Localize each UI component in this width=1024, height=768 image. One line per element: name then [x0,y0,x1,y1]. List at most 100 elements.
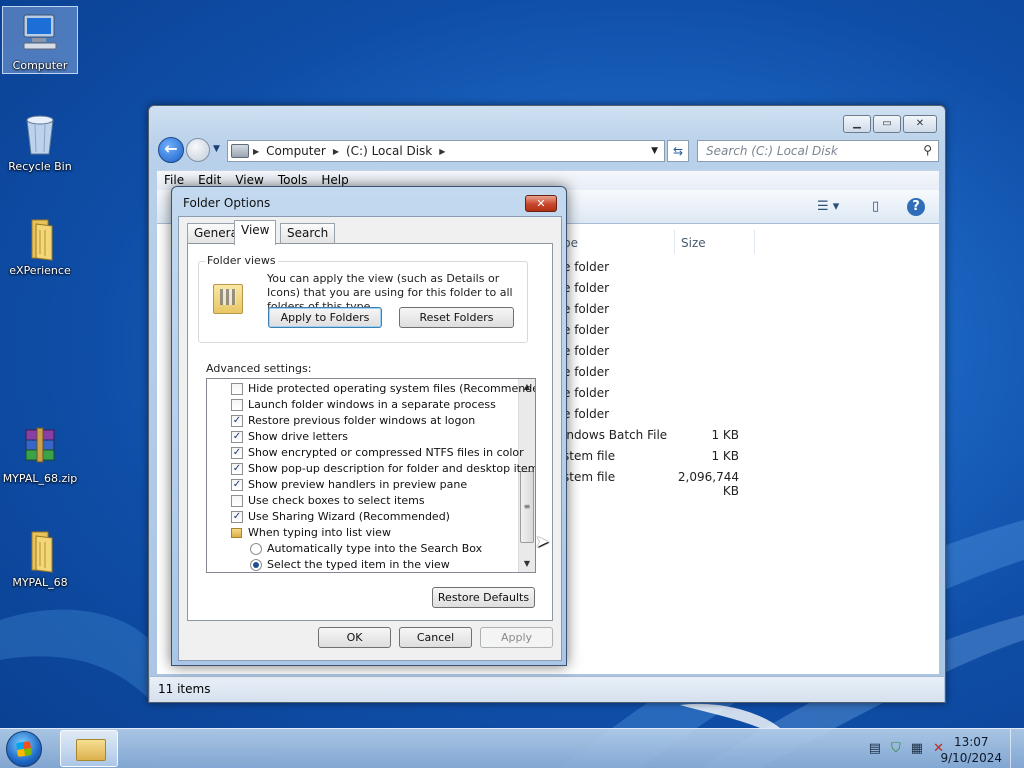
window-controls: ▁ ▭ ✕ [843,115,937,133]
folder-icon [18,528,62,574]
drive-icon [231,144,249,158]
dialog-close-button[interactable]: ✕ [525,195,557,212]
checkbox-unchecked[interactable] [231,495,243,507]
mouse-pointer-icon: ➤ [535,532,550,552]
breadcrumb-computer[interactable]: Computer [263,144,329,158]
computer-icon [18,11,62,57]
column-header-type[interactable]: pe [557,230,675,254]
ok-button[interactable]: OK [318,627,391,648]
folder-views-group: Folder views You can apply the view (suc… [198,254,528,343]
checkbox-checked[interactable]: ✓ [231,463,243,475]
breadcrumb-arrow-icon[interactable]: ▶ [329,147,343,156]
radio-unselected[interactable] [250,543,262,555]
tab-search[interactable]: Search [280,223,336,243]
refresh-icon: ⇆ [672,144,684,158]
desktop-icon-computer[interactable]: Computer [2,6,78,74]
advanced-setting-label: Select the typed item in the view [267,558,450,571]
recycle-bin-icon [18,112,62,158]
taskbar-explorer-button[interactable] [60,730,118,767]
dialog-body: General View Search Folder views You can… [178,216,562,661]
preview-pane-icon[interactable]: ▯ [872,199,879,214]
reset-folders-button[interactable]: Reset Folders [399,307,514,328]
back-button[interactable]: ← [158,137,184,163]
dialog-title: Folder Options [183,196,271,210]
address-dropdown-icon[interactable]: ▼ [651,146,658,156]
apply-to-folders-button[interactable]: Apply to Folders [268,307,382,328]
restore-defaults-button[interactable]: Restore Defaults [432,587,535,608]
search-icon[interactable]: ⚲ [923,143,932,157]
checkbox-checked[interactable]: ✓ [231,415,243,427]
advanced-setting-label: Launch folder windows in a separate proc… [248,398,496,411]
checkbox-checked[interactable]: ✓ [231,431,243,443]
address-bar[interactable]: ▶ Computer ▶ (C:) Local Disk ▶ ▼ [227,140,665,162]
folder-views-label: Folder views [205,254,278,267]
clock-date: 9/10/2024 [940,751,1002,765]
folder-icon [231,528,242,538]
scroll-down-icon[interactable]: ▼ [519,556,535,572]
search-input[interactable]: Search (C:) Local Disk ⚲ [697,140,939,162]
advanced-setting-label: When typing into list view [248,526,391,539]
advanced-setting-label: Hide protected operating system files (R… [248,382,536,395]
help-icon[interactable]: ? [907,198,925,216]
show-desktop-button[interactable] [1010,729,1024,768]
desktop-icon-mypal-zip[interactable]: MYPAL_68.zip [2,420,78,485]
start-button[interactable] [6,731,42,767]
desktop-icon-mypal-folder[interactable]: MYPAL_68 [2,524,78,589]
desktop-icon-label: Recycle Bin [8,160,72,173]
advanced-setting-label: Use check boxes to select items [248,494,425,507]
advanced-settings-scrollbar[interactable]: ▲ ≡ ▼ [518,379,535,572]
close-button[interactable]: ✕ [903,115,937,133]
advanced-setting-label: Use Sharing Wizard (Recommended) [248,510,450,523]
clock[interactable]: 13:07 9/10/2024 [940,734,1002,766]
advanced-setting-label: Show drive letters [248,430,348,443]
advanced-setting-label: Show preview handlers in preview pane [248,478,468,491]
tab-view[interactable]: View [234,220,277,245]
advanced-settings-label: Advanced settings: [206,362,312,375]
breadcrumb-arrow-icon[interactable]: ▶ [435,147,449,156]
folder-options-dialog: Folder Options ✕ General View Search Fol… [171,186,567,666]
cancel-button[interactable]: Cancel [399,627,472,648]
item-count: 11 items [158,682,211,696]
checkbox-unchecked[interactable] [231,383,243,395]
action-center-icon[interactable]: ▤ [869,741,881,756]
status-bar: 11 items [150,676,944,702]
advanced-setting-label: Show encrypted or compressed NTFS files … [248,446,524,459]
folder-icon [18,216,62,262]
recent-pages-dropdown[interactable]: ▼ [213,144,220,154]
maximize-button[interactable]: ▭ [873,115,901,133]
desktop-icon-label: Computer [12,59,68,72]
change-view-icon[interactable]: ☰ ▾ [817,199,839,214]
apply-button[interactable]: Apply [480,627,553,648]
checkbox-checked[interactable]: ✓ [231,511,243,523]
advanced-setting-label: Automatically type into the Search Box [267,542,483,555]
clock-time: 13:07 [953,735,989,749]
advanced-setting-label: Restore previous folder windows at logon [248,414,476,427]
breadcrumb-arrow-icon[interactable]: ▶ [249,147,263,156]
breadcrumb-local-disk[interactable]: (C:) Local Disk [343,144,435,158]
checkbox-checked[interactable]: ✓ [231,479,243,491]
network-icon[interactable]: ▦ [911,741,923,756]
view-tab-panel: Folder views You can apply the view (suc… [187,243,553,621]
minimize-button[interactable]: ▁ [843,115,871,133]
close-icon: ✕ [536,197,546,210]
checkbox-unchecked[interactable] [231,399,243,411]
desktop-icon-label: eXPerience [9,264,71,277]
advanced-settings-list: ▲ ≡ ▼ Hide protected operating system fi… [206,378,536,573]
back-arrow-icon: ← [164,139,178,158]
radio-selected[interactable] [250,559,262,571]
security-shield-icon[interactable]: ⛉ [891,741,901,756]
desktop-icon-experience[interactable]: eXPerience [2,212,78,277]
system-tray: ▤ ⛉ ▦ ✕ [869,741,944,756]
desktop-icon-label: MYPAL_68.zip [2,472,78,485]
desktop-icon-recycle-bin[interactable]: Recycle Bin [2,108,78,173]
advanced-setting-label: Show pop-up description for folder and d… [248,462,536,475]
refresh-button[interactable]: ⇆ [667,140,689,162]
column-header-size[interactable]: Size [675,230,755,254]
folder-views-icon [213,284,243,314]
taskbar: ▤ ⛉ ▦ ✕ 13:07 9/10/2024 [0,728,1024,768]
forward-button[interactable] [186,138,210,162]
search-placeholder: Search (C:) Local Disk [706,144,838,158]
scroll-thumb[interactable]: ≡ [520,471,534,543]
desktop-icon-label: MYPAL_68 [12,576,68,589]
checkbox-checked[interactable]: ✓ [231,447,243,459]
